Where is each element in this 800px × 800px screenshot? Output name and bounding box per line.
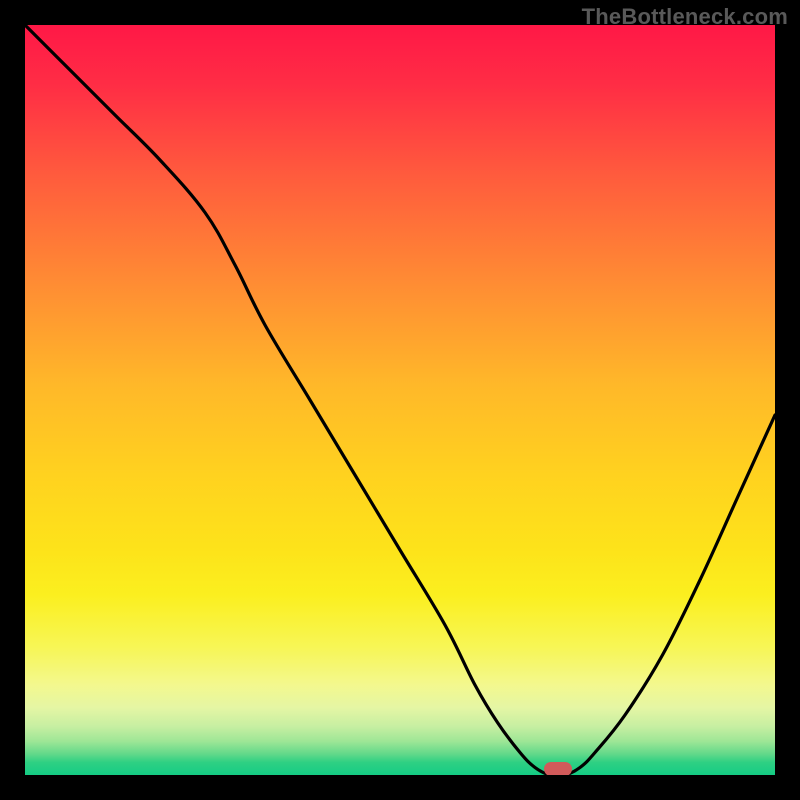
curve-svg xyxy=(25,25,775,775)
plot-area xyxy=(25,25,775,775)
chart-frame: TheBottleneck.com xyxy=(0,0,800,800)
optimal-point-marker xyxy=(544,762,572,775)
bottleneck-curve xyxy=(25,25,775,775)
